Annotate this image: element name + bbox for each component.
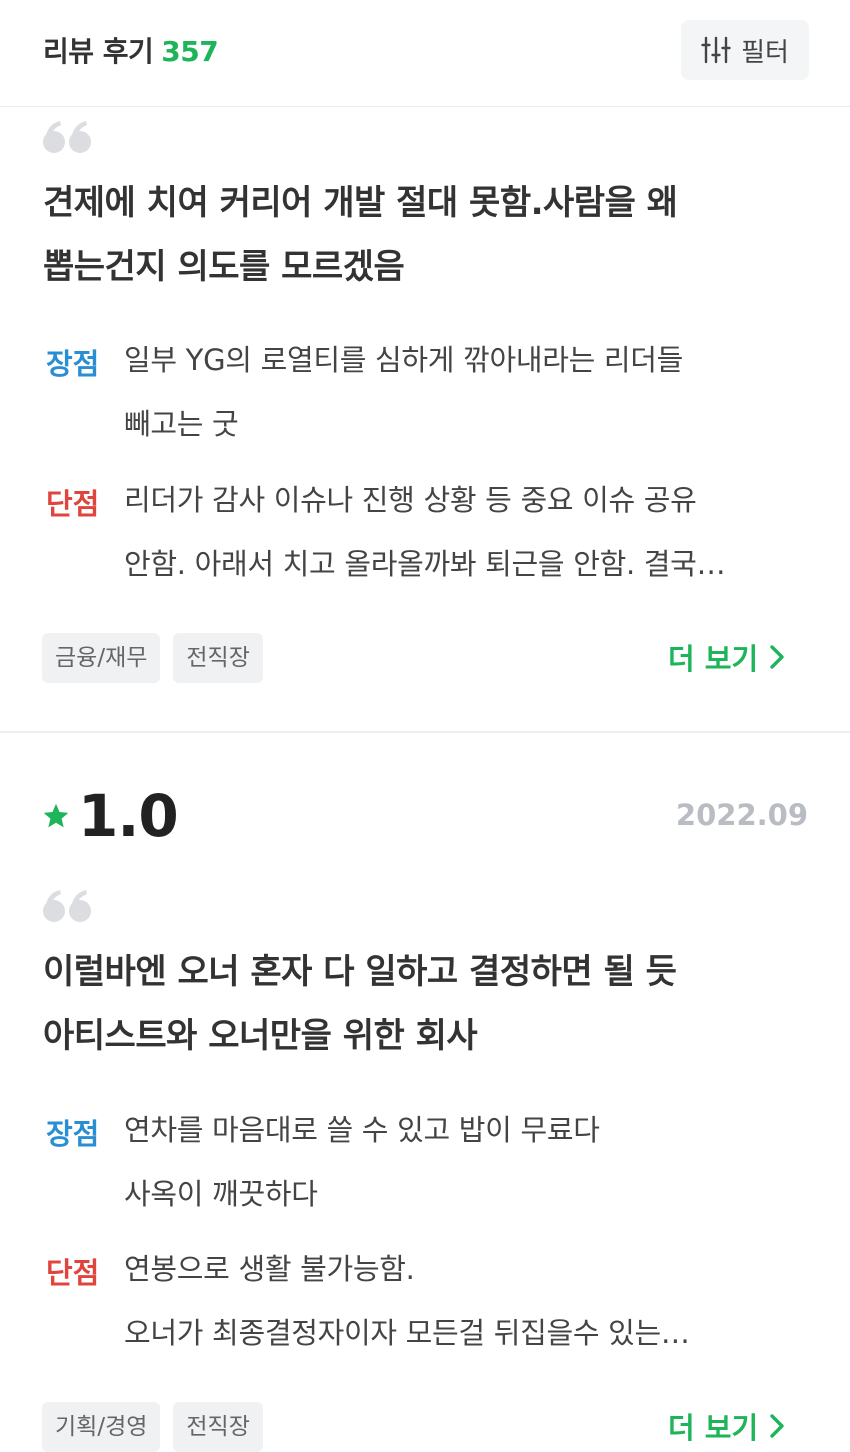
cons-text-line: 오너가 최종결정자이자 모든걸 뒤집을수 있는…: [124, 1316, 690, 1350]
sliders-icon: [701, 36, 731, 64]
tag-employment-status[interactable]: 전직장: [173, 1402, 263, 1452]
tag-job-category[interactable]: 금융/재무: [42, 633, 161, 683]
tag-employment-status[interactable]: 전직장: [173, 633, 263, 683]
rating: 1.0: [42, 782, 179, 850]
reviews-heading-label: 리뷰 후기: [43, 35, 154, 68]
review-title-line: 아티스트와 오너만을 위한 회사: [43, 1016, 478, 1056]
pros-text-line: 사옥이 깨끗하다: [124, 1177, 318, 1211]
cons-text-line: 안함. 아래서 치고 올라올까봐 퇴근을 안함. 결국…: [124, 547, 726, 581]
filter-label: 필터: [741, 37, 789, 68]
review-count: 357: [161, 35, 219, 68]
pros-text: 일부 YG의 로열티를 심하게 깎아내라는 리더들 빼고는 굿: [124, 328, 814, 456]
chevron-right-icon: [770, 1414, 784, 1438]
review-title-line: 뽑는건지 의도를 모르겠음: [43, 247, 405, 287]
pros-text: 연차를 마음대로 쓸 수 있고 밥이 무료다 사옥이 깨끗하다: [124, 1098, 814, 1226]
tag-job-category[interactable]: 기획/경영: [42, 1402, 161, 1452]
reviews-header: 리뷰 후기 357 필터: [0, 0, 850, 107]
review-title: 견제에 치여 커리어 개발 절대 못함.사람을 왜 뽑는건지 의도를 모르겠음: [43, 171, 823, 299]
see-more-label: 더 보기: [668, 1411, 759, 1445]
review-title-line: 이럴바엔 오너 혼자 다 일하고 결정하면 될 듯: [43, 952, 677, 992]
pros-label: 장점: [46, 1117, 100, 1151]
review-title: 이럴바엔 오너 혼자 다 일하고 결정하면 될 듯 아티스트와 오너만을 위한 …: [43, 940, 823, 1068]
cons-text: 리더가 감사 이슈나 진행 상황 등 중요 이슈 공유 안함. 아래서 치고 올…: [124, 468, 814, 596]
review-divider: [0, 731, 850, 733]
review-date: 2022.09: [675, 798, 808, 832]
pros-text-line: 빼고는 굿: [124, 407, 239, 441]
star-icon: [43, 803, 69, 828]
chevron-right-icon: [770, 645, 784, 669]
rating-value: 1.0: [78, 782, 179, 850]
pros-text-line: 일부 YG의 로열티를 심하게 깎아내라는 리더들: [124, 343, 684, 377]
quote-icon: [43, 890, 91, 922]
reviews-heading: 리뷰 후기 357: [43, 30, 219, 70]
cons-text: 연봉으로 생활 불가능함. 오너가 최종결정자이자 모든걸 뒤집을수 있는…: [124, 1237, 814, 1365]
tag-list: 금융/재무 전직장: [42, 633, 263, 683]
filter-button[interactable]: 필터: [681, 20, 809, 80]
see-more-link[interactable]: 더 보기: [668, 1405, 788, 1447]
cons-label: 단점: [46, 487, 100, 521]
see-more-link[interactable]: 더 보기: [668, 636, 788, 678]
pros-text-line: 연차를 마음대로 쓸 수 있고 밥이 무료다: [124, 1113, 600, 1147]
tag-list: 기획/경영 전직장: [42, 1402, 263, 1452]
quote-icon: [43, 121, 91, 153]
see-more-label: 더 보기: [668, 642, 759, 676]
cons-text-line: 리더가 감사 이슈나 진행 상황 등 중요 이슈 공유: [124, 483, 697, 517]
pros-label: 장점: [46, 347, 100, 381]
cons-label: 단점: [46, 1256, 100, 1290]
cons-text-line: 연봉으로 생활 불가능함.: [124, 1252, 415, 1286]
review-title-line: 견제에 치여 커리어 개발 절대 못함.사람을 왜: [43, 183, 678, 223]
